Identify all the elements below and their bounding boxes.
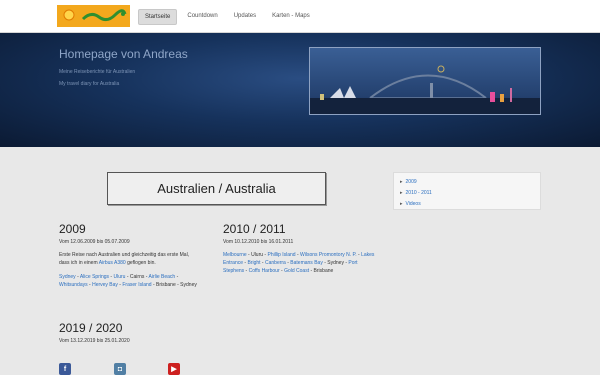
section-title-2019: 2019 / 2020: [59, 321, 123, 335]
section-title-2009: 2009: [59, 222, 86, 236]
sydney-harbour-photo: [309, 47, 541, 115]
place-text: - Uluru -: [246, 252, 268, 258]
place-link[interactable]: Canberra: [265, 260, 286, 266]
airbus-a380-link[interactable]: Airbus A380: [99, 260, 126, 266]
place-link[interactable]: Gold Coast: [284, 268, 309, 274]
place-link[interactable]: Whitsundays: [59, 282, 88, 288]
place-text: - Brisbane: [309, 268, 334, 274]
intro-text-line2a: dass ich in einem: [59, 260, 99, 266]
section-text-2009: Erste Reise nach Australien und gleichze…: [59, 251, 207, 267]
sidebar-item-2009[interactable]: ▸ 2009: [400, 177, 534, 188]
top-navbar: Startseite Countdown Updates Karten - Maps: [0, 0, 600, 33]
section-2009: 2009 Vom 12.06.2009 bis 05.07.2009 Erste…: [59, 222, 207, 289]
place-link[interactable]: Bright: [247, 260, 260, 266]
youtube-icon[interactable]: ▶: [168, 363, 180, 375]
site-logo[interactable]: [57, 5, 130, 27]
chevron-right-icon: ▸: [400, 190, 403, 196]
place-link[interactable]: Alice Springs: [80, 274, 109, 280]
place-link[interactable]: Fraser Island: [122, 282, 151, 288]
hero-subtitle-en: My travel diary for Australia: [59, 81, 120, 87]
nav-item-updates[interactable]: Updates: [228, 9, 262, 25]
section-date-2010: Vom 10.12.2010 bis 16.01.2011: [223, 239, 294, 245]
nav-item-startseite[interactable]: Startseite: [138, 9, 178, 25]
place-link[interactable]: Wilsons Promontory N. P.: [300, 252, 357, 258]
instagram-icon[interactable]: ◘: [114, 363, 126, 375]
place-link[interactable]: Melbourne: [223, 252, 247, 258]
place-link[interactable]: Hervey Bay: [92, 282, 118, 288]
hero-subtitle-de: Meine Reiseberichte für Australien: [59, 69, 136, 75]
section-title-2010: 2010 / 2011: [223, 222, 286, 236]
year-sidebar: ▸ 2009 ▸ 2010 - 2011 ▸ Videos: [393, 172, 541, 210]
place-link[interactable]: Batemans Bay: [290, 260, 323, 266]
place-link[interactable]: Phillip Island: [267, 252, 295, 258]
place-text: - Cairns -: [125, 274, 149, 280]
sidebar-item-2010-2011[interactable]: ▸ 2010 - 2011: [400, 188, 534, 199]
place-link[interactable]: Uluru: [114, 274, 126, 280]
intro-text-line2b: geflogen bin.: [125, 260, 156, 266]
place-link[interactable]: Sydney: [59, 274, 76, 280]
sidebar-item-label: 2009: [405, 179, 417, 185]
hero-title: Homepage von Andreas: [59, 47, 188, 61]
page-heading: Australien / Australia: [107, 172, 326, 205]
place-link[interactable]: Coffs Harbour: [249, 268, 280, 274]
place-text: - Sydney -: [322, 260, 349, 266]
section-2019-2020: 2019 / 2020 Vom 13.12.2019 bis 25.01.202…: [59, 321, 219, 344]
nav-item-karten-maps[interactable]: Karten - Maps: [266, 9, 316, 25]
main-nav: Startseite Countdown Updates Karten - Maps: [138, 9, 316, 25]
section-2010-2011: 2010 / 2011 Vom 10.12.2010 bis 16.01.201…: [223, 222, 375, 275]
place-link[interactable]: Airlie Beach: [149, 274, 176, 280]
chevron-right-icon: ▸: [400, 201, 403, 207]
place-text: - Brisbane - Sydney: [151, 282, 197, 288]
chevron-right-icon: ▸: [400, 179, 403, 185]
nav-item-countdown[interactable]: Countdown: [181, 9, 223, 25]
sidebar-item-label: 2010 - 2011: [405, 190, 432, 196]
hero-banner: Homepage von Andreas Meine Reiseberichte…: [0, 33, 600, 147]
intro-text-line1: Erste Reise nach Australien und gleichze…: [59, 252, 190, 258]
facebook-icon[interactable]: f: [59, 363, 71, 375]
section-date-2009: Vom 12.06.2009 bis 05.07.2009: [59, 239, 130, 245]
place-text: -: [175, 274, 179, 280]
sidebar-item-label: Videos: [405, 201, 421, 207]
places-2009: Sydney - Alice Springs - Uluru - Cairns …: [59, 273, 207, 289]
places-2010: Melbourne - Uluru - Phillip Island - Wil…: [223, 251, 375, 275]
sidebar-item-videos[interactable]: ▸ Videos: [400, 199, 534, 210]
section-date-2019: Vom 13.12.2019 bis 25.01.2020: [59, 338, 130, 344]
